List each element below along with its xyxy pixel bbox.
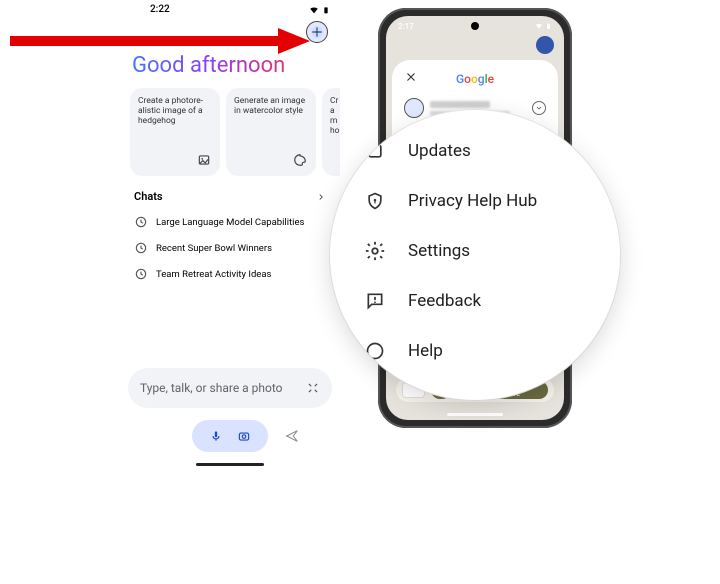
gear-icon	[364, 240, 386, 262]
wifi-icon	[309, 5, 319, 15]
status-time: 2:17	[398, 22, 414, 31]
prompt-placeholder: Type, talk, or share a photo	[140, 381, 283, 395]
send-icon[interactable]	[284, 428, 300, 444]
annotation-arrow	[10, 26, 310, 56]
chats-label: Chats	[134, 190, 163, 203]
camera-notch	[471, 22, 479, 30]
menu-label: Updates	[408, 141, 471, 161]
battery-icon	[322, 5, 330, 15]
close-icon[interactable]	[404, 70, 418, 84]
suggestion-card[interactable]: Generate an image in watercolor style	[226, 88, 316, 176]
feedback-icon	[364, 290, 386, 312]
bottom-actions	[120, 420, 340, 452]
chat-item[interactable]: Recent Super Bowl Winners	[130, 235, 330, 261]
menu-label: Help	[408, 341, 443, 361]
magnifier-lens: Updates Privacy Help Hub Settings Feedba…	[330, 110, 620, 400]
profile-avatar[interactable]	[536, 36, 554, 54]
battery-icon	[545, 22, 552, 30]
status-bar: 2:22	[120, 0, 340, 17]
chevron-right-icon[interactable]	[316, 192, 326, 202]
menu-label: Feedback	[408, 291, 481, 311]
menu-item-settings[interactable]: Settings	[364, 226, 598, 276]
wifi-icon	[535, 22, 543, 30]
menu-item-privacy[interactable]: Privacy Help Hub	[364, 176, 598, 226]
prompt-input[interactable]: Type, talk, or share a photo	[128, 368, 332, 408]
card-text: Generate an image in watercolor style	[234, 96, 305, 116]
updates-icon	[364, 140, 386, 162]
chat-item[interactable]: Team Retreat Activity Ideas	[130, 261, 330, 287]
help-icon	[364, 340, 386, 362]
palette-icon	[292, 152, 308, 168]
menu-item-feedback[interactable]: Feedback	[364, 276, 598, 326]
menu-item-updates[interactable]: Updates	[364, 130, 598, 176]
mic-icon[interactable]	[209, 429, 223, 443]
chat-item[interactable]: Large Language Model Capabilities	[130, 209, 330, 235]
history-icon	[134, 267, 148, 281]
avatar-plane-icon	[310, 25, 324, 39]
history-icon	[134, 215, 148, 229]
status-icons	[309, 5, 330, 15]
history-icon	[134, 241, 148, 255]
camera-icon[interactable]	[237, 429, 251, 443]
left-screenshot: 2:22 Good afternoon Create a photore-ali…	[120, 0, 340, 470]
menu-label: Privacy Help Hub	[408, 191, 537, 211]
google-logo: Google	[456, 72, 494, 86]
suggestion-card[interactable]: Create a photore-alistic image of a hedg…	[130, 88, 220, 176]
expand-icon[interactable]	[306, 381, 320, 395]
voice-camera-pill[interactable]	[192, 420, 268, 452]
nav-handle[interactable]	[196, 463, 264, 466]
card-text: Create a photore-alistic image of a hedg…	[138, 96, 203, 126]
menu-item-help[interactable]: Help	[364, 326, 598, 376]
chat-title: Large Language Model Capabilities	[156, 217, 304, 228]
image-icon	[196, 152, 212, 168]
nav-handle[interactable]	[447, 413, 503, 416]
menu-label: Settings	[408, 241, 470, 261]
shield-icon	[364, 190, 386, 212]
chat-title: Team Retreat Activity Ideas	[156, 269, 271, 280]
suggestion-cards: Create a photore-alistic image of a hedg…	[120, 88, 340, 176]
chat-title: Recent Super Bowl Winners	[156, 243, 272, 254]
status-time: 2:22	[150, 4, 170, 15]
